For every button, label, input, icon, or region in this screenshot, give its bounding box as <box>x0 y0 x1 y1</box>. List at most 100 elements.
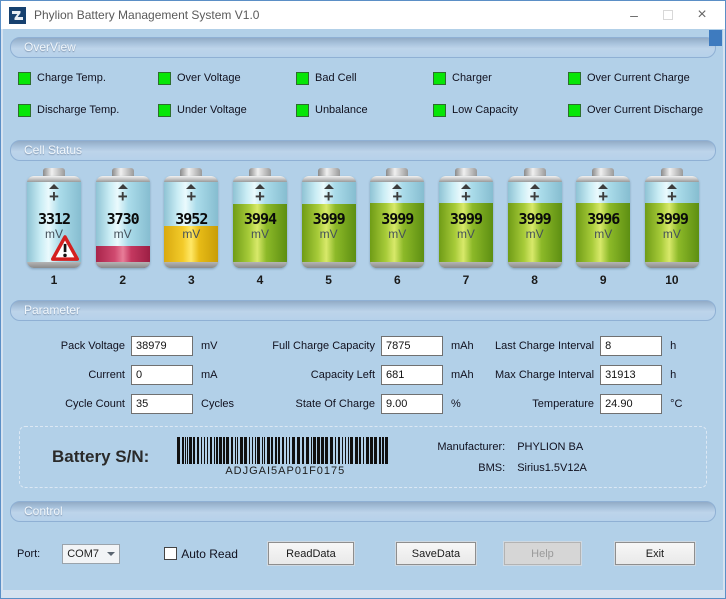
control-row: Port: COM7 Auto Read ReadData SaveData H… <box>17 542 723 565</box>
cell-number: 10 <box>665 273 679 287</box>
indicator-unbalance: Unbalance <box>296 101 433 119</box>
cell-voltage: 3999 <box>655 210 689 228</box>
battery-cell-8: + 3999 mV 8 <box>505 168 565 287</box>
status-led-icon <box>158 103 171 117</box>
battery-cap <box>523 168 546 176</box>
cell-number: 6 <box>393 273 401 287</box>
indicator-low-capacity: Low Capacity <box>433 101 568 119</box>
battery-body: + 3312 mV <box>27 176 81 268</box>
battery-cell-3: + 3952 mV 3 <box>161 168 221 287</box>
battery-cell-2: + 3730 mV 2 <box>93 168 153 287</box>
cell-voltage: 3952 <box>175 210 208 228</box>
indicator-under-voltage: Under Voltage <box>158 101 296 119</box>
client-area: OverView Charge Temp. Over Voltage Bad C… <box>1 29 725 598</box>
chevron-down-icon <box>107 551 116 556</box>
exit-button[interactable]: Exit <box>614 542 695 565</box>
plus-icon: + <box>117 187 128 206</box>
field-max-charge-interval: Max Charge Interval h <box>495 365 714 385</box>
plus-icon: + <box>49 187 59 206</box>
cell-unit: mV <box>456 227 475 241</box>
cell-unit: mV <box>319 227 338 241</box>
parameter-grid: Pack Voltage mV Full Charge Capacity mAh… <box>15 336 713 414</box>
cell-number: 4 <box>256 273 264 287</box>
capacity-left-input[interactable] <box>381 365 443 385</box>
manufacturer-info: Manufacturer: PHYLION BA BMS: Sirius1.5V… <box>437 441 587 474</box>
cycle-count-input[interactable] <box>131 394 193 414</box>
max-charge-interval-input[interactable] <box>600 365 663 385</box>
battery-cell-4: + 3994 mV 4 <box>230 168 290 287</box>
status-led-icon <box>296 103 309 117</box>
battery-body: + 3999 mV <box>507 176 562 268</box>
cell-unit: mV <box>388 227 407 241</box>
bms-value: Sirius1.5V12A <box>517 461 587 474</box>
battery-sn-panel: Battery S/N: ADJGAI5AP01F0175 Manufactur… <box>19 426 707 488</box>
cell-unit: mV <box>594 227 613 241</box>
plus-icon: + <box>529 187 540 206</box>
status-led-icon <box>18 71 31 85</box>
indicator-over-voltage: Over Voltage <box>158 69 296 87</box>
help-button[interactable]: Help <box>503 542 581 565</box>
battery-body: + 3952 mV <box>164 176 219 268</box>
battery-body: + 3999 mV <box>644 176 699 268</box>
plus-icon: + <box>255 187 265 206</box>
auto-read-checkbox[interactable] <box>164 547 178 560</box>
battery-sn-label: Battery S/N: <box>52 447 150 466</box>
full-charge-capacity-input[interactable] <box>381 336 443 356</box>
plus-icon: + <box>186 187 197 206</box>
temperature-input[interactable] <box>600 394 663 414</box>
port-select[interactable]: COM7 <box>62 543 121 564</box>
minimize-button[interactable]: – <box>617 1 651 29</box>
status-led-icon <box>433 71 446 85</box>
status-led-icon <box>568 71 581 85</box>
cell-voltage: 3312 <box>37 210 71 228</box>
maximize-button[interactable] <box>651 1 685 29</box>
bms-label: BMS: <box>478 461 506 474</box>
port-label: Port: <box>17 547 41 560</box>
status-led-icon <box>568 103 581 117</box>
battery-cell-5: + 3999 mV 5 <box>299 168 359 287</box>
serial-number: ADJGAI5AP01F0175 <box>225 465 346 477</box>
cell-number: 7 <box>462 273 470 287</box>
plus-icon: + <box>598 187 609 206</box>
section-header-control: Control <box>10 501 716 522</box>
maximize-icon <box>663 10 673 20</box>
cell-voltage: 3999 <box>449 210 483 228</box>
plus-icon: + <box>323 187 334 206</box>
title-bar: Phylion Battery Management System V1.0 –… <box>1 1 725 29</box>
overview-indicator-grid: Charge Temp. Over Voltage Bad Cell Charg… <box>18 69 723 119</box>
indicator-over-current-charge: Over Current Charge <box>568 69 723 87</box>
status-led-icon <box>433 103 446 117</box>
status-led-icon <box>18 103 31 117</box>
save-data-button[interactable]: SaveData <box>395 542 476 565</box>
manufacturer-value: PHYLION BA <box>517 440 584 453</box>
cell-number: 5 <box>325 273 332 287</box>
current-input[interactable] <box>131 365 193 385</box>
app-logo-icon <box>9 6 26 24</box>
battery-cell-6: + 3999 mV 6 <box>367 168 427 287</box>
plus-icon: + <box>666 187 677 206</box>
battery-cap <box>386 168 409 176</box>
window-accent-square <box>709 30 722 46</box>
cell-unit: mV <box>662 227 681 241</box>
battery-body: + 3999 mV <box>301 176 356 268</box>
state-of-charge-input[interactable] <box>381 394 443 414</box>
battery-body: + 3730 mV <box>95 176 150 268</box>
battery-cell-1: + 3312 mV 1 <box>24 168 84 287</box>
field-temperature: Temperature °C <box>495 394 714 414</box>
battery-row: + 3312 mV 1 + 3730 mV 2 + 3952 mV 3 + 39… <box>3 168 723 287</box>
field-current: Current mA <box>15 365 245 385</box>
battery-body: + 3994 mV <box>232 176 287 268</box>
battery-cell-9: + 3996 mV 9 <box>573 168 633 287</box>
port-value: COM7 <box>67 547 100 560</box>
read-data-button[interactable]: ReadData <box>267 542 354 565</box>
window-title: Phylion Battery Management System V1.0 <box>34 8 260 22</box>
battery-cap <box>248 168 271 176</box>
battery-body: + 3999 mV <box>370 176 425 268</box>
last-charge-interval-input[interactable] <box>600 336 663 356</box>
cell-number: 2 <box>119 273 126 287</box>
status-led-icon <box>158 71 171 85</box>
close-button[interactable]: × <box>685 1 719 29</box>
cell-voltage: 3730 <box>106 210 140 228</box>
cell-unit: mV <box>182 227 201 241</box>
pack-voltage-input[interactable] <box>131 336 193 356</box>
